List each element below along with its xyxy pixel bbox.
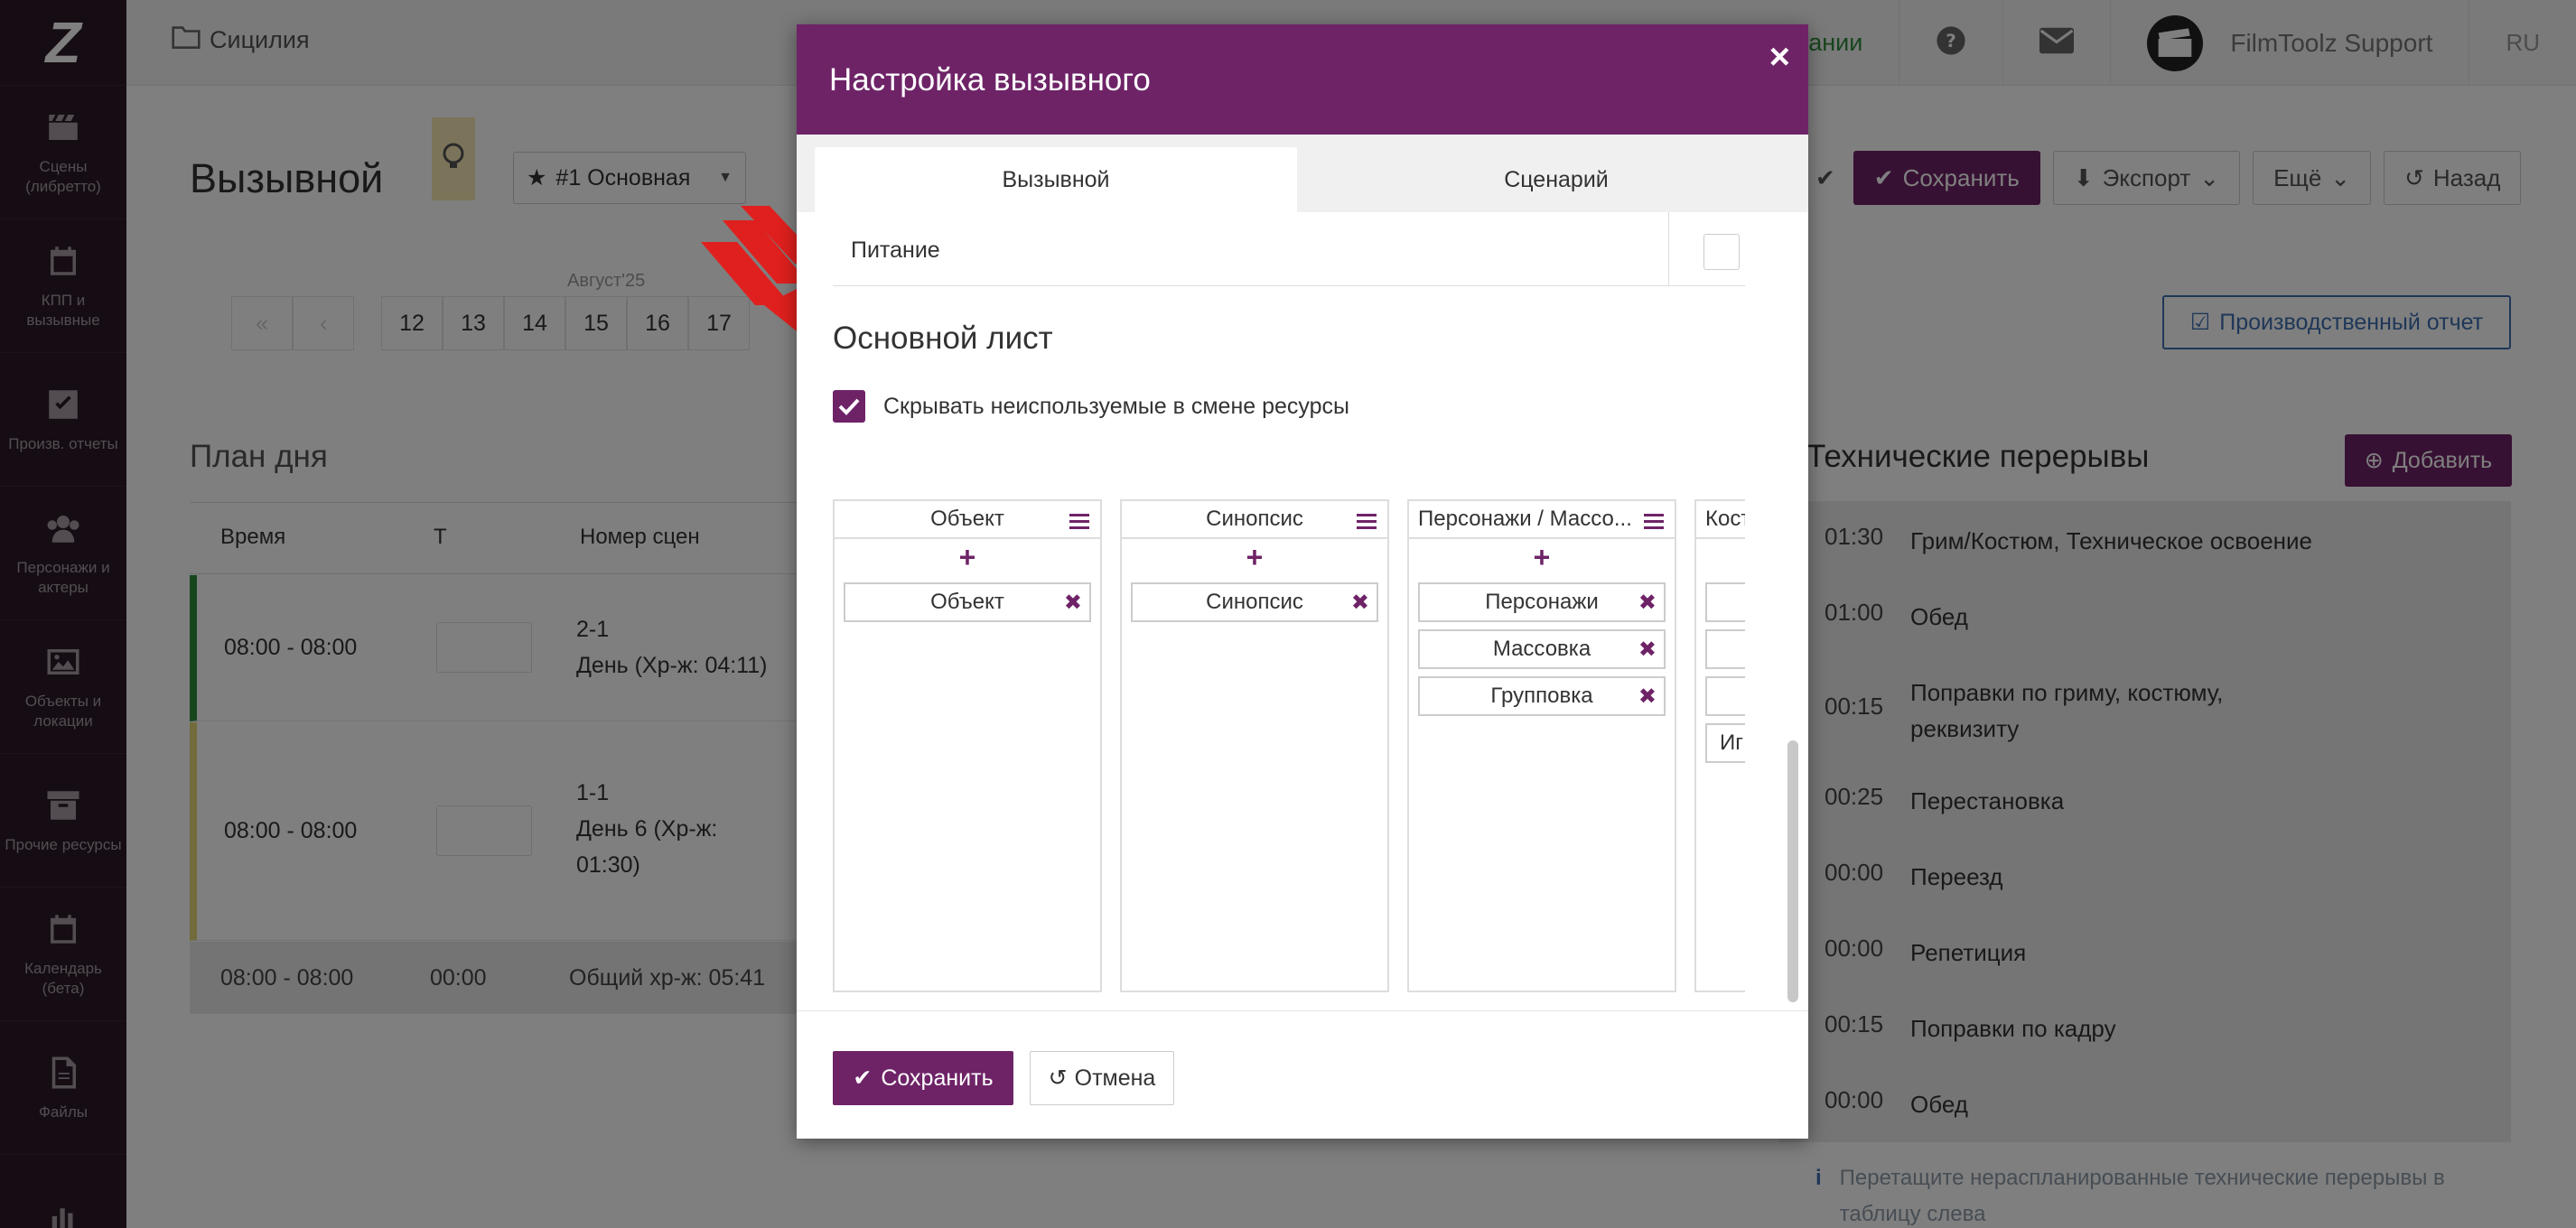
save-label: Сохранить — [881, 1065, 994, 1091]
field-chip[interactable]: Синопсис ✖ — [1131, 582, 1378, 622]
modal-header: Настройка вызывного × — [797, 24, 1808, 135]
columns-config[interactable]: Объект + Объект ✖ Синопсис + Синопсис ✖ Пе… — [833, 499, 1745, 1005]
config-column[interactable]: Кост Иг — [1694, 499, 1745, 992]
column-header[interactable]: Объект — [835, 501, 1100, 539]
table-row: Питание — [833, 212, 1745, 286]
hide-unused-checkbox[interactable] — [833, 390, 865, 423]
section-title: Основной лист — [833, 321, 1053, 356]
column-header[interactable]: Персонажи / Массо... — [1409, 501, 1675, 539]
chip-label: Групповка — [1490, 684, 1593, 708]
tab-script[interactable]: Сценарий — [1315, 147, 1797, 212]
field-chip[interactable]: Объект ✖ — [844, 582, 1091, 622]
chip-label: Массовка — [1492, 637, 1591, 661]
column-title: Объект — [930, 507, 1004, 531]
add-field-button[interactable]: + — [835, 539, 1100, 575]
chip-label: Объект — [930, 590, 1004, 614]
column-header[interactable]: Кост — [1696, 501, 1745, 539]
tab-callsheet[interactable]: Вызывной — [815, 147, 1297, 212]
hide-unused-label: Скрывать неиспользуемые в смене ресурсы — [883, 393, 1350, 419]
remove-icon[interactable]: ✖ — [1638, 590, 1657, 616]
field-chip[interactable] — [1705, 582, 1745, 622]
config-column[interactable]: Объект + Объект ✖ — [833, 499, 1102, 992]
column-title: Персонажи / Массо... — [1418, 507, 1632, 531]
remove-icon[interactable]: ✖ — [1638, 684, 1657, 710]
chip-label: Персонажи — [1485, 590, 1599, 614]
remove-icon[interactable]: ✖ — [1064, 590, 1082, 616]
field-chip[interactable]: Массовка ✖ — [1418, 629, 1666, 669]
hamburger-icon[interactable] — [1644, 510, 1664, 535]
cancel-label: Отмена — [1074, 1065, 1156, 1091]
vertical-scrollbar[interactable] — [1787, 740, 1798, 1002]
pitanie-checkbox[interactable] — [1703, 234, 1740, 270]
divider — [1668, 212, 1669, 286]
add-field-button[interactable] — [1696, 539, 1745, 575]
field-chip[interactable] — [1705, 629, 1745, 669]
modal-footer: ✔ Сохранить ↺ Отмена — [797, 1010, 1808, 1139]
row-label: Питание — [851, 237, 940, 263]
column-title: Синопсис — [1206, 507, 1303, 531]
hamburger-icon[interactable] — [1069, 510, 1089, 535]
config-column[interactable]: Персонажи / Массо... + Персонажи ✖ Массов… — [1407, 499, 1676, 992]
remove-icon[interactable]: ✖ — [1351, 590, 1369, 616]
hamburger-icon[interactable] — [1357, 510, 1377, 535]
add-field-button[interactable]: + — [1122, 539, 1387, 575]
modal-title: Настройка вызывного — [829, 62, 1151, 98]
add-field-button[interactable]: + — [1409, 539, 1675, 575]
field-chip[interactable] — [1705, 676, 1745, 716]
field-chip[interactable]: Персонажи ✖ — [1418, 582, 1666, 622]
check-icon: ✔ — [853, 1065, 873, 1091]
modal-cancel-button[interactable]: ↺ Отмена — [1030, 1051, 1174, 1105]
column-title: Кост — [1705, 507, 1745, 531]
hide-unused-option[interactable]: Скрывать неиспользуемые в смене ресурсы — [833, 390, 1349, 423]
modal-body: Питание Основной лист Скрывать неиспольз… — [833, 212, 1796, 1007]
chip-label: Синопсис — [1206, 590, 1303, 614]
undo-icon: ↺ — [1048, 1065, 1068, 1091]
close-icon[interactable]: × — [1769, 37, 1790, 78]
callsheet-settings-modal: Настройка вызывного × Вызывной Сценарий … — [797, 24, 1808, 1139]
field-chip[interactable]: Иг — [1705, 723, 1745, 763]
modal-save-button[interactable]: ✔ Сохранить — [833, 1051, 1013, 1105]
modal-tabs: Вызывной Сценарий — [797, 135, 1808, 212]
chip-label: Иг — [1720, 730, 1744, 755]
column-header[interactable]: Синопсис — [1122, 501, 1387, 539]
field-chip[interactable]: Групповка ✖ — [1418, 676, 1666, 716]
config-column[interactable]: Синопсис + Синопсис ✖ — [1120, 499, 1389, 992]
remove-icon[interactable]: ✖ — [1638, 637, 1657, 663]
